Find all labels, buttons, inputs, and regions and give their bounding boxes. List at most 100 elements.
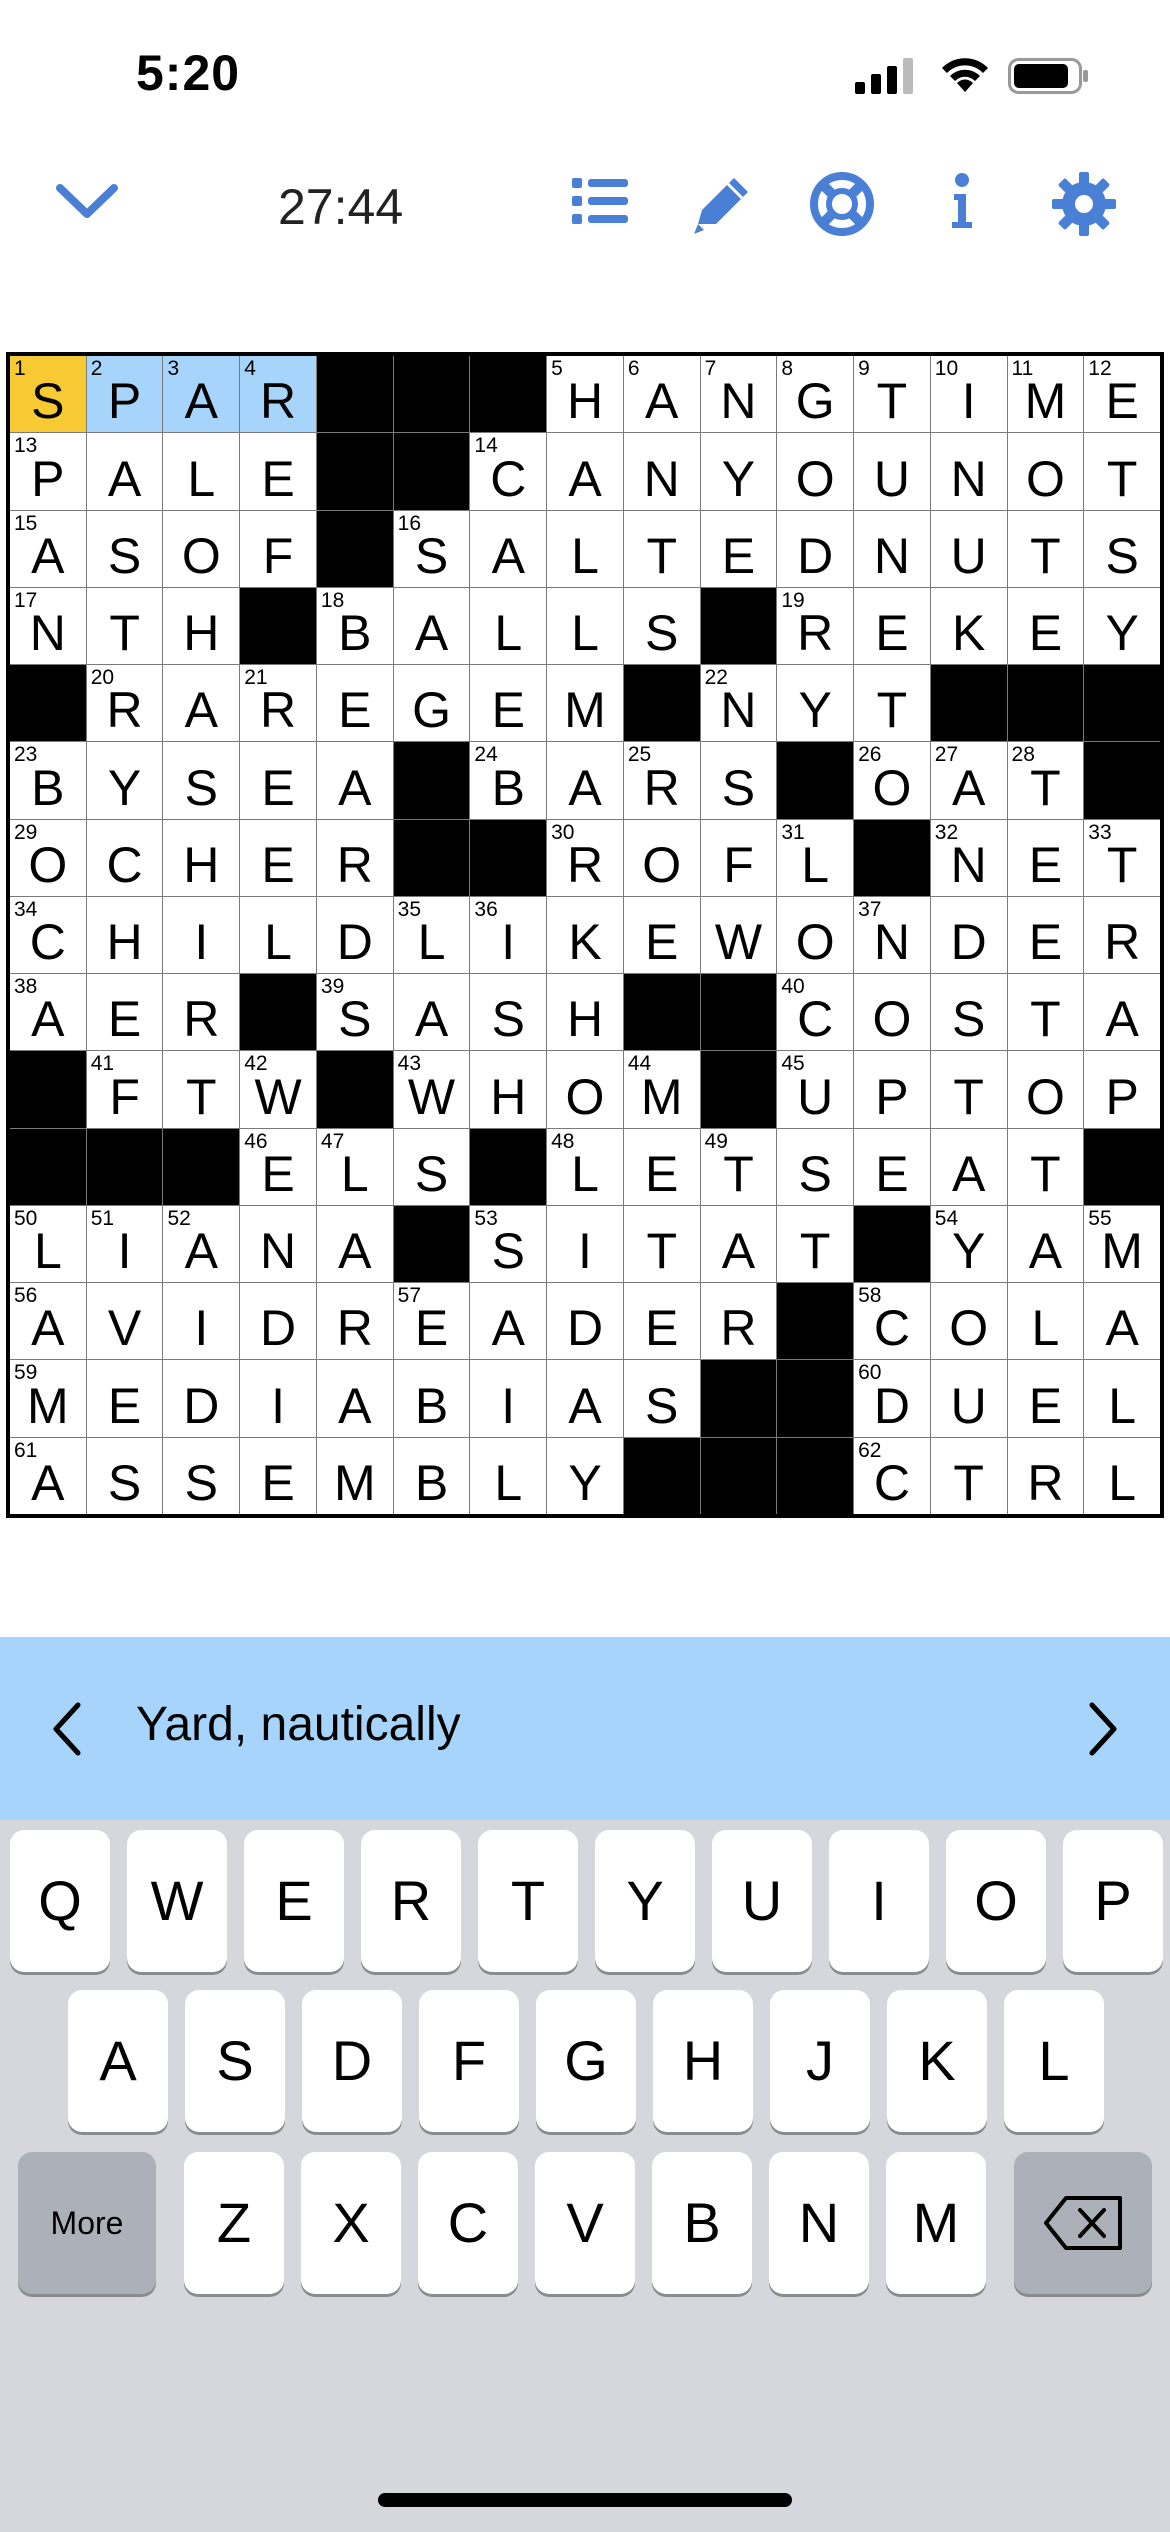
grid-cell[interactable]: T: [1007, 510, 1084, 587]
grid-cell[interactable]: 28 T: [1007, 742, 1084, 819]
grid-cell[interactable]: L: [470, 587, 547, 665]
key-b[interactable]: B: [652, 2152, 752, 2294]
grid-cell[interactable]: T: [854, 665, 930, 742]
grid-cell[interactable]: E: [854, 1128, 930, 1205]
grid-cell[interactable]: 3A: [163, 356, 240, 433]
grid-cell[interactable]: S: [1084, 510, 1160, 587]
grid-cell[interactable]: E: [1007, 587, 1084, 665]
grid-cell[interactable]: R: [700, 1283, 777, 1360]
grid-cell[interactable]: E: [240, 742, 316, 819]
grid-cell[interactable]: E: [623, 896, 700, 974]
grid-cell[interactable]: 20 R: [86, 665, 163, 742]
grid-cell[interactable]: 24 B: [470, 742, 547, 819]
key-k[interactable]: K: [887, 1990, 987, 2132]
grid-cell[interactable]: S: [623, 1360, 700, 1437]
grid-cell[interactable]: H: [86, 896, 163, 974]
grid-cell[interactable]: L: [547, 510, 623, 587]
grid-cell[interactable]: C: [86, 819, 163, 896]
grid-cell[interactable]: A: [547, 1360, 623, 1437]
grid-cell[interactable]: A: [316, 1205, 393, 1283]
grid-cell[interactable]: 13 P: [10, 433, 86, 510]
key-l[interactable]: L: [1004, 1990, 1104, 2132]
grid-cell[interactable]: E: [1007, 896, 1084, 974]
grid-cell[interactable]: 48 L: [547, 1128, 623, 1205]
grid-cell[interactable]: 23 B: [10, 742, 86, 819]
key-e[interactable]: E: [244, 1830, 344, 1972]
grid-cell[interactable]: K: [930, 587, 1007, 665]
key-d[interactable]: D: [302, 1990, 402, 2132]
key-p[interactable]: P: [1063, 1830, 1163, 1972]
grid-cell[interactable]: 25 R: [623, 742, 700, 819]
grid-cell[interactable]: A: [163, 665, 240, 742]
grid-cell[interactable]: 54 Y: [930, 1205, 1007, 1283]
grid-cell[interactable]: R: [1084, 896, 1160, 974]
grid-cell[interactable]: I: [163, 1283, 240, 1360]
grid-cell[interactable]: 8G: [777, 356, 854, 433]
grid-cell[interactable]: S: [777, 1128, 854, 1205]
grid-cell[interactable]: I: [470, 1360, 547, 1437]
more-key[interactable]: More: [18, 2152, 156, 2294]
grid-cell[interactable]: L: [1007, 1283, 1084, 1360]
grid-cell[interactable]: O: [623, 819, 700, 896]
grid-cell[interactable]: 42 W: [240, 1051, 316, 1128]
grid-cell[interactable]: T: [623, 1205, 700, 1283]
grid-cell[interactable]: 11 M: [1007, 356, 1084, 433]
previous-clue-icon[interactable]: [50, 1701, 84, 1757]
lifebuoy-icon[interactable]: [810, 172, 874, 236]
grid-cell[interactable]: O: [777, 896, 854, 974]
grid-cell[interactable]: S: [623, 587, 700, 665]
key-j[interactable]: J: [770, 1990, 870, 2132]
key-t[interactable]: T: [478, 1830, 578, 1972]
grid-cell[interactable]: 52 A: [163, 1205, 240, 1283]
grid-cell[interactable]: 51 I: [86, 1205, 163, 1283]
grid-cell[interactable]: 29 O: [10, 819, 86, 896]
grid-cell[interactable]: S: [470, 974, 547, 1051]
grid-cell[interactable]: E: [854, 587, 930, 665]
key-z[interactable]: Z: [184, 2152, 284, 2294]
key-h[interactable]: H: [653, 1990, 753, 2132]
grid-cell[interactable]: W: [700, 896, 777, 974]
grid-cell[interactable]: 39 S: [316, 974, 393, 1051]
grid-cell[interactable]: N: [623, 433, 700, 510]
grid-cell[interactable]: E: [240, 433, 316, 510]
grid-cell[interactable]: U: [930, 510, 1007, 587]
grid-cell[interactable]: 6A: [623, 356, 700, 433]
grid-cell[interactable]: 27 A: [930, 742, 1007, 819]
key-n[interactable]: N: [769, 2152, 869, 2294]
grid-cell[interactable]: G: [393, 665, 470, 742]
grid-cell[interactable]: H: [163, 587, 240, 665]
grid-cell[interactable]: 18 B: [316, 587, 393, 665]
grid-cell[interactable]: F: [700, 819, 777, 896]
grid-cell[interactable]: Y: [547, 1437, 623, 1514]
grid-cell[interactable]: 43 W: [393, 1051, 470, 1128]
grid-cell[interactable]: L: [1084, 1437, 1160, 1514]
grid-cell[interactable]: E: [240, 819, 316, 896]
grid-cell[interactable]: N: [930, 433, 1007, 510]
grid-cell[interactable]: T: [930, 1051, 1007, 1128]
key-g[interactable]: G: [536, 1990, 636, 2132]
clue-bar[interactable]: Yard, nautically: [0, 1637, 1170, 1820]
crossword-grid[interactable]: 1 S 2 P 3 A 4 R 5 H 6 A 7 N 8 G 9 T 10 I 11 M 12 E 13 P A L E 14 C A N Y O…: [10, 356, 1160, 1514]
grid-cell[interactable]: 14 C: [470, 433, 547, 510]
grid-cell[interactable]: 2P: [86, 356, 163, 433]
grid-cell[interactable]: E: [623, 1283, 700, 1360]
grid-cell[interactable]: D: [240, 1283, 316, 1360]
grid-cell[interactable]: R: [316, 1283, 393, 1360]
key-i[interactable]: I: [829, 1830, 929, 1972]
grid-cell[interactable]: 60 D: [854, 1360, 930, 1437]
grid-cell[interactable]: T: [777, 1205, 854, 1283]
key-m[interactable]: M: [886, 2152, 986, 2294]
backspace-key[interactable]: [1014, 2152, 1152, 2294]
grid-cell[interactable]: L: [470, 1437, 547, 1514]
grid-cell[interactable]: A: [86, 433, 163, 510]
key-y[interactable]: Y: [595, 1830, 695, 1972]
grid-cell[interactable]: B: [393, 1437, 470, 1514]
grid-cell[interactable]: T: [1007, 974, 1084, 1051]
grid-cell[interactable]: T: [86, 587, 163, 665]
grid-cell[interactable]: A: [316, 742, 393, 819]
grid-cell[interactable]: U: [930, 1360, 1007, 1437]
grid-cell[interactable]: 4R: [240, 356, 316, 433]
grid-cell[interactable]: 37 N: [854, 896, 930, 974]
grid-cell[interactable]: K: [547, 896, 623, 974]
grid-cell[interactable]: A: [1084, 1283, 1160, 1360]
